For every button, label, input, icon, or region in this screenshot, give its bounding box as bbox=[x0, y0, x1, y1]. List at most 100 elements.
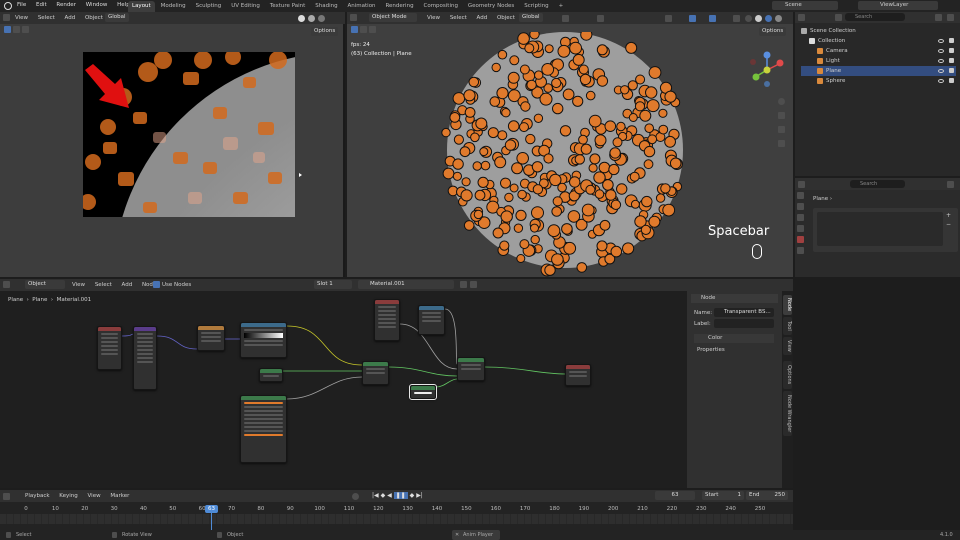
menu-view[interactable]: View bbox=[15, 15, 28, 21]
outliner-row[interactable]: Plane bbox=[801, 66, 956, 76]
playhead-line[interactable] bbox=[211, 512, 212, 530]
snap-icon[interactable] bbox=[562, 15, 569, 22]
tab-rendering[interactable]: Rendering bbox=[381, 1, 417, 12]
tab-tool[interactable]: Tool bbox=[783, 317, 792, 335]
menu-keying[interactable]: Keying bbox=[59, 493, 77, 499]
play-reverse-icon[interactable]: ◀ bbox=[387, 492, 392, 499]
render-visibility-icon[interactable] bbox=[949, 68, 954, 73]
tab-view[interactable]: View bbox=[783, 337, 792, 355]
render-visibility-icon[interactable] bbox=[949, 58, 954, 63]
pan-hand-icon[interactable] bbox=[778, 112, 785, 119]
select-extend-icon[interactable] bbox=[21, 26, 29, 33]
properties-search[interactable]: Search bbox=[850, 180, 905, 188]
editor-type-icon[interactable] bbox=[3, 493, 10, 500]
tab-animation[interactable]: Animation bbox=[344, 1, 380, 12]
tab-options[interactable]: Options bbox=[783, 361, 792, 389]
pause-icon[interactable]: ❚❚ bbox=[393, 492, 408, 499]
visibility-icon[interactable] bbox=[665, 15, 672, 22]
mix-shader-node-1[interactable] bbox=[362, 361, 389, 385]
render-tab-icon[interactable] bbox=[797, 203, 804, 210]
render-visibility-icon[interactable] bbox=[949, 38, 954, 43]
gizmo-icon[interactable] bbox=[689, 15, 696, 22]
pin-icon[interactable] bbox=[947, 181, 954, 188]
playhead-indicator[interactable]: 63 bbox=[205, 505, 218, 513]
shading-solid-icon[interactable] bbox=[298, 15, 305, 22]
select-tool-icon[interactable] bbox=[351, 26, 358, 33]
tab-scripting[interactable]: Scripting bbox=[520, 1, 552, 12]
visibility-eye-icon[interactable] bbox=[938, 59, 944, 63]
tab-node-wrangler[interactable]: Node Wrangler bbox=[783, 391, 792, 436]
output-tab-icon[interactable] bbox=[797, 214, 804, 221]
tab-compositing[interactable]: Compositing bbox=[419, 1, 461, 12]
shading-wire-icon[interactable] bbox=[745, 15, 752, 22]
anim-player-badge[interactable]: ✕ Anim Player bbox=[452, 530, 500, 540]
filter-funnel-icon[interactable] bbox=[935, 14, 942, 21]
add-workspace-button[interactable]: + bbox=[555, 1, 568, 12]
list-view[interactable] bbox=[817, 212, 943, 246]
world-tab-icon[interactable] bbox=[797, 247, 804, 254]
tab-modeling[interactable]: Modeling bbox=[157, 1, 190, 12]
select-tool-icon[interactable] bbox=[4, 26, 11, 33]
menu-edit[interactable]: Edit bbox=[36, 2, 47, 8]
tab-shading[interactable]: Shading bbox=[311, 1, 341, 12]
current-frame-field[interactable]: 63 bbox=[655, 491, 695, 500]
outliner-search[interactable]: Search bbox=[845, 13, 905, 21]
menu-select[interactable]: Select bbox=[450, 15, 467, 21]
tab-layout[interactable]: Layout bbox=[128, 1, 155, 12]
remove-slot-button[interactable]: − bbox=[946, 221, 951, 228]
prev-key-icon[interactable]: ◆ bbox=[381, 492, 386, 499]
outliner-row[interactable]: Sphere bbox=[801, 76, 956, 86]
material-output-node[interactable] bbox=[565, 364, 591, 386]
proportional-edit-icon[interactable] bbox=[597, 15, 604, 22]
shading-material-icon[interactable] bbox=[308, 15, 315, 22]
orientation-dropdown[interactable]: Global bbox=[519, 13, 543, 22]
tab-node[interactable]: Node bbox=[783, 295, 792, 315]
menu-object[interactable]: Object bbox=[497, 15, 515, 21]
menu-object[interactable]: Object bbox=[85, 15, 103, 21]
visibility-eye-icon[interactable] bbox=[938, 69, 944, 73]
editor-type-icon[interactable] bbox=[798, 14, 805, 21]
select-box-icon[interactable] bbox=[359, 26, 367, 33]
mapping-node[interactable] bbox=[133, 326, 157, 390]
menu-window[interactable]: Window bbox=[86, 2, 108, 8]
editor-type-icon[interactable] bbox=[798, 181, 805, 188]
camera-view-icon[interactable] bbox=[778, 126, 785, 133]
viewlayer-selector[interactable]: ViewLayer bbox=[858, 1, 938, 10]
shading-rendered-icon[interactable] bbox=[775, 15, 782, 22]
menu-file[interactable]: File bbox=[17, 2, 26, 8]
tab-sculpting[interactable]: Sculpting bbox=[192, 1, 226, 12]
auto-keying-icon[interactable] bbox=[352, 493, 359, 500]
tab-texture-paint[interactable]: Texture Paint bbox=[266, 1, 310, 12]
select-extend-icon[interactable] bbox=[368, 26, 376, 33]
jump-end-icon[interactable]: ▶| bbox=[416, 492, 423, 499]
menu-marker[interactable]: Marker bbox=[110, 493, 129, 499]
shading-solid-icon[interactable] bbox=[755, 15, 762, 22]
menu-add[interactable]: Add bbox=[65, 15, 76, 21]
principled-bsdf-node[interactable] bbox=[240, 395, 287, 463]
new-collection-icon[interactable] bbox=[947, 14, 954, 21]
navigation-gizmo[interactable] bbox=[747, 50, 787, 90]
visibility-eye-icon[interactable] bbox=[938, 79, 944, 83]
select-box-icon[interactable] bbox=[12, 26, 20, 33]
render-visibility-icon[interactable] bbox=[949, 78, 954, 83]
zoom-icon[interactable] bbox=[778, 98, 785, 105]
scene-selector[interactable]: Scene bbox=[772, 1, 838, 10]
outliner-row[interactable]: Scene Collection bbox=[801, 26, 956, 36]
blender-logo-icon[interactable] bbox=[4, 2, 12, 10]
tool-tab-icon[interactable] bbox=[797, 192, 804, 199]
color-ramp-node[interactable] bbox=[240, 322, 287, 358]
texture-coordinate-node[interactable] bbox=[97, 326, 122, 370]
outliner-row[interactable]: Camera bbox=[801, 46, 956, 56]
shading-material-icon[interactable] bbox=[765, 15, 772, 22]
transparent-bsdf-node[interactable] bbox=[409, 384, 437, 400]
menu-playback[interactable]: Playback bbox=[25, 493, 50, 499]
math-node[interactable] bbox=[418, 305, 445, 335]
menu-select[interactable]: Select bbox=[38, 15, 55, 21]
editor-type-icon[interactable] bbox=[350, 14, 357, 21]
mix-shader-node-2[interactable] bbox=[457, 357, 485, 381]
overlay-icon[interactable] bbox=[709, 15, 716, 22]
outliner-row[interactable]: Light bbox=[801, 56, 956, 66]
perspective-toggle-icon[interactable] bbox=[778, 140, 785, 147]
outliner-row[interactable]: Collection bbox=[801, 36, 956, 46]
texture-node[interactable] bbox=[197, 325, 225, 351]
